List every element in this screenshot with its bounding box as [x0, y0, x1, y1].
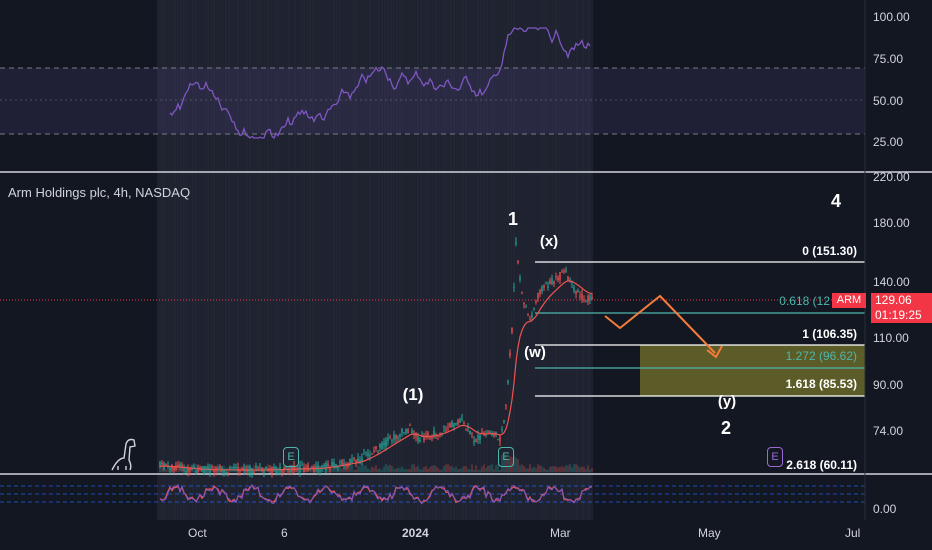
- time-tick-may: May: [698, 526, 721, 540]
- fib-1272-label: 1.272 (96.62): [786, 349, 857, 363]
- chart-canvas[interactable]: 100.00 75.00 50.00 25.00 220.00 180.00 1…: [0, 0, 932, 550]
- dinosaur-icon[interactable]: [111, 438, 136, 471]
- fib-0-label: 0 (151.30): [802, 244, 857, 258]
- wave-w-label[interactable]: (w): [524, 344, 546, 361]
- bar-countdown: 01:19:25: [871, 308, 932, 323]
- earnings-icon[interactable]: E: [498, 447, 514, 467]
- earnings-icon[interactable]: E: [283, 447, 299, 467]
- time-tick-6: 6: [281, 526, 288, 540]
- time-tick-mar: Mar: [550, 526, 571, 540]
- fib-0618-label: 0.618 (12: [779, 294, 830, 308]
- wave-4-label[interactable]: 4: [831, 191, 841, 211]
- rsi-band: [0, 68, 865, 134]
- earnings-icon-upcoming[interactable]: E: [767, 447, 783, 467]
- fib-1618-label: 1.618 (85.53): [786, 377, 857, 391]
- wave-paren-1-label[interactable]: (1): [403, 385, 424, 404]
- price-tick-140: 140.00: [873, 275, 910, 289]
- osc-tick-0: 0.00: [873, 502, 897, 516]
- price-tick-90: 90.00: [873, 378, 903, 392]
- rsi-tick-50: 50.00: [873, 94, 903, 108]
- time-tick-jul: Jul: [845, 526, 860, 540]
- time-tick-2024: 2024: [402, 526, 429, 540]
- wave-2-label[interactable]: 2: [721, 418, 731, 438]
- price-tick-220: 220.00: [873, 170, 910, 184]
- price-tick-110: 110.00: [873, 331, 909, 345]
- rsi-tick-100: 100.00: [873, 10, 910, 24]
- price-tick-180: 180.00: [873, 216, 910, 230]
- chart-title: Arm Holdings plc, 4h, NASDAQ: [8, 185, 191, 200]
- fib-2618-label: 2.618 (60.11): [786, 458, 857, 472]
- current-price-label: 129.06: [871, 293, 932, 308]
- symbol-badge: ARM: [832, 293, 866, 308]
- wave-1-label[interactable]: 1: [508, 209, 518, 229]
- rsi-tick-75: 75.00: [873, 52, 903, 66]
- wave-x-label[interactable]: (x): [540, 233, 558, 250]
- rsi-tick-25: 25.00: [873, 135, 903, 149]
- time-tick-oct: Oct: [188, 526, 207, 540]
- price-tick-74: 74.00: [873, 424, 903, 438]
- fib-1-label: 1 (106.35): [802, 327, 857, 341]
- wave-y-label[interactable]: (y): [718, 393, 736, 410]
